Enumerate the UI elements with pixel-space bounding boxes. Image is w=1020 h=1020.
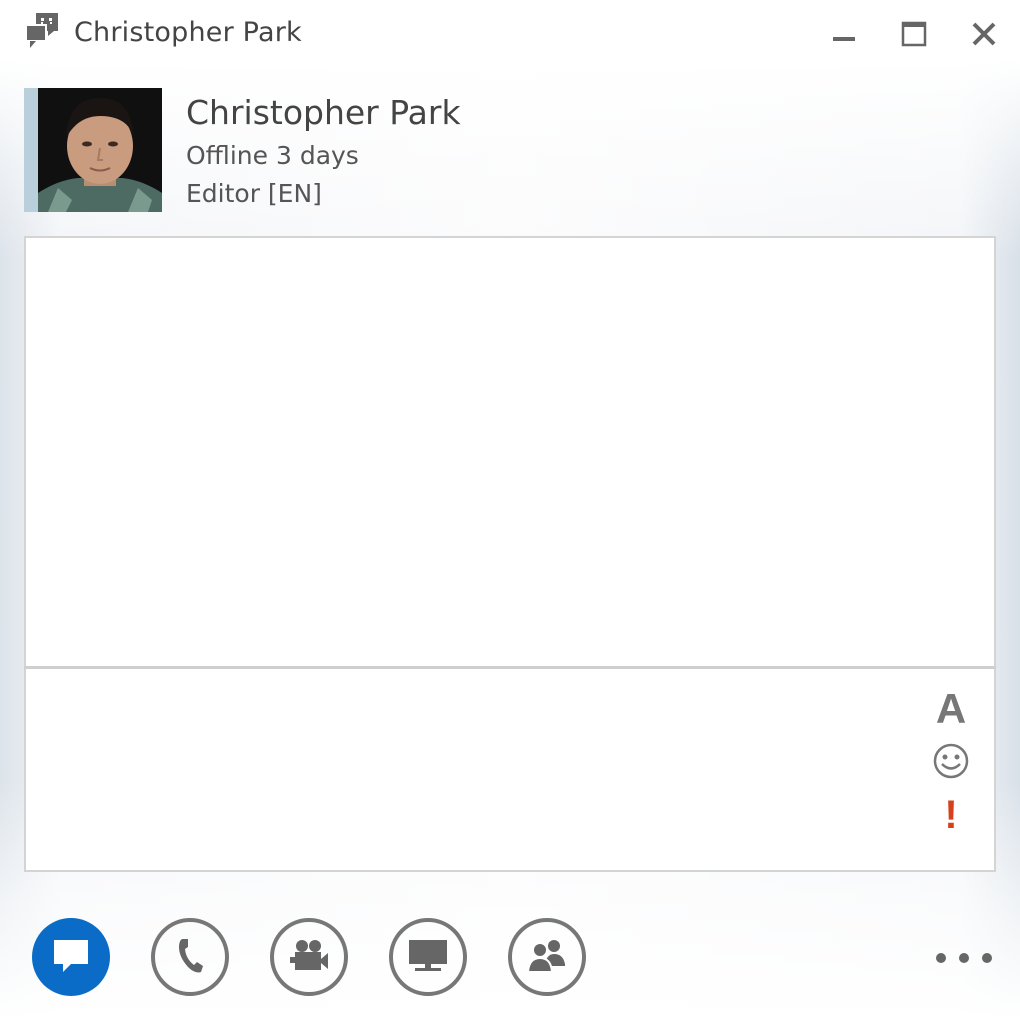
close-icon	[971, 21, 997, 51]
contact-name: Christopher Park	[186, 93, 461, 132]
conversation-history	[24, 236, 996, 669]
video-camera-icon	[287, 935, 331, 979]
more-options-button[interactable]	[936, 944, 992, 972]
compose-area: A !	[24, 667, 996, 872]
presence-indicator	[24, 88, 38, 212]
people-icon	[525, 935, 569, 979]
title-bar: Christopher Park	[0, 0, 1020, 70]
monitor-icon	[406, 935, 450, 979]
im-conversation-icon	[24, 12, 64, 52]
call-button[interactable]	[151, 918, 229, 996]
present-button[interactable]	[389, 918, 467, 996]
compose-divider	[24, 666, 996, 669]
high-importance-button[interactable]: !	[931, 793, 971, 837]
phone-icon	[170, 935, 210, 979]
minimize-button[interactable]	[822, 14, 866, 58]
maximize-icon	[901, 21, 927, 51]
font-button[interactable]: A	[931, 687, 971, 731]
more-options-icon	[936, 953, 946, 963]
close-button[interactable]	[962, 14, 1006, 58]
contact-status: Offline 3 days	[186, 141, 359, 170]
participants-button[interactable]	[508, 918, 586, 996]
chat-bubble-icon	[51, 935, 91, 979]
minimize-icon	[832, 22, 856, 50]
im-button[interactable]	[32, 918, 110, 996]
window-title: Christopher Park	[74, 17, 302, 48]
smiley-icon	[932, 742, 970, 784]
font-icon: A	[935, 685, 967, 732]
video-button[interactable]	[270, 918, 348, 996]
more-options-dot	[959, 953, 969, 963]
more-options-dot	[982, 953, 992, 963]
message-input[interactable]	[36, 679, 916, 859]
avatar[interactable]	[38, 88, 162, 212]
exclamation-icon: !	[944, 793, 958, 837]
contact-title: Editor [EN]	[186, 179, 322, 208]
emoticon-button[interactable]	[931, 743, 971, 783]
maximize-button[interactable]	[892, 14, 936, 58]
